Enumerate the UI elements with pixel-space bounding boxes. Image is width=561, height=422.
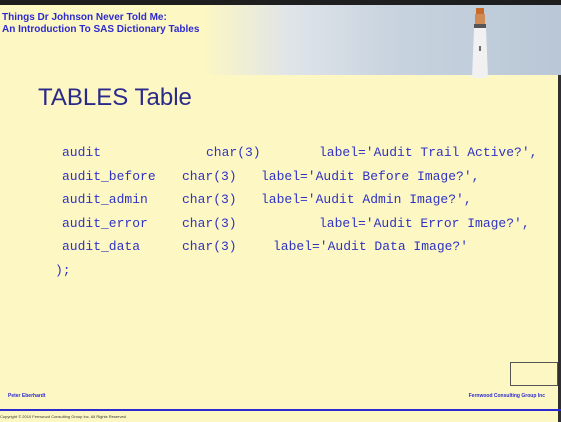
lighthouse-icon [472,8,488,78]
footer-company: Fernwood Consulting Group Inc [468,393,545,399]
column-label: label='Audit Trail Active?', [319,145,538,160]
column-name: audit_error [62,215,148,231]
column-label: label='Audit Data Image?' [273,239,469,254]
closing-paren: ); [55,262,71,278]
footer-author: Peter Eberhardt [8,393,46,399]
column-type: char(3) [206,145,261,160]
footer-copyright: Copyright © 2010 Fernwood Consulting Gro… [0,414,126,419]
column-type: char(3) [182,215,237,231]
deck-title-line-1: Things Dr Johnson Never Told Me: [2,12,167,23]
column-name: audit_admin [62,192,148,207]
column-label: label='Audit Admin Image?', [261,192,472,207]
column-name: audit_before [62,168,156,184]
column-label: label='Audit Error Image?', [319,215,530,231]
slide-title: TABLES Table [38,84,192,111]
column-type: char(3) [182,192,237,207]
column-type: char(3) [182,239,237,254]
column-label: label='Audit Before Image?', [261,168,480,184]
deck-title: Things Dr Johnson Never Told Me: An Intr… [2,12,199,36]
deck-title-line-2: An Introduction To SAS Dictionary Tables [2,24,200,35]
column-name: audit_data [62,239,141,254]
column-type: char(3) [182,168,237,184]
footer-divider [0,409,561,411]
navigation-box[interactable] [510,362,558,386]
column-name: audit [62,145,102,160]
